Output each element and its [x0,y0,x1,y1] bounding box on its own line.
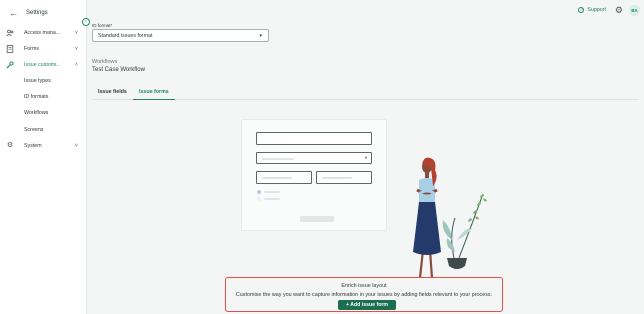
placeholder-radio [257,190,261,194]
tab-issue-forms[interactable]: Issue forms [133,88,175,100]
placeholder-input [316,171,372,184]
placeholder-select: ▼ [256,152,372,164]
workflow-value: Test Case Workflow [92,67,145,73]
sidebar-item-forms[interactable]: Forms ˅ [0,42,86,56]
support-link[interactable]: ? Support [578,7,606,13]
main-content: ID format* Standard issues format ▼ Work… [87,20,644,314]
support-label: Support [587,7,606,13]
placeholder-radio [257,197,261,201]
wrench-icon [6,61,14,69]
sidebar-item-label: Access mana... [24,30,61,36]
sidebar: ← Settings ‹ Access mana... ˅ Forms ˅ Is… [0,0,90,314]
placeholder-input [256,132,372,145]
form-preview-illustration: ▼ [241,119,387,231]
people-icon [6,29,14,37]
settings-gear-icon[interactable]: ⚙ [615,5,623,16]
caret-down-icon: ▼ [258,33,263,38]
caret-down-icon: ▼ [364,155,368,160]
enrich-issue-layout-callout: Enrich issue layout Customise the way yo… [225,277,503,312]
placeholder-button [300,216,334,222]
sidebar-subitem-issue-types[interactable]: Issue types [24,78,51,84]
collapse-sidebar-icon[interactable]: ‹ [82,18,90,26]
callout-description: Customise the way you want to capture in… [235,292,493,298]
chevron-down-icon: ˅ [74,46,78,52]
sidebar-item-label: Issue customi... [24,62,61,68]
id-format-label: ID format* [92,23,113,28]
sidebar-item-label: Forms [24,46,40,52]
woman-with-plant-illustration [397,157,497,290]
chevron-down-icon: ˅ [74,30,78,36]
arrow-left-icon[interactable]: ← [9,8,18,18]
id-format-select[interactable]: Standard issues format ▼ [92,29,269,42]
callout-title: Enrich issue layout [341,283,387,289]
sidebar-subitem-workflows[interactable]: Workflows [24,110,48,116]
sidebar-subitem-id-formats[interactable]: ID formats [24,94,48,100]
tab-issue-fields[interactable]: Issue fields [92,88,133,100]
form-icon [6,45,14,53]
help-icon: ? [578,7,585,13]
add-issue-form-label: Add issue form [350,302,389,308]
id-format-value: Standard issues format [98,33,153,39]
sidebar-item-label: System [24,143,42,149]
sidebar-title: Settings [26,10,48,16]
gear-icon: ⚙ [6,142,14,149]
sidebar-header[interactable]: ← Settings [9,7,48,19]
avatar[interactable]: BA [629,5,640,16]
workflows-label: Workflows [92,59,118,65]
placeholder-input [256,171,312,184]
add-issue-form-button[interactable]: + Add issue form [338,300,396,310]
sidebar-item-access-management[interactable]: Access mana... ˅ [0,26,86,40]
chevron-down-icon: ˅ [74,143,78,149]
tab-bar: Issue fields Issue forms [92,86,639,100]
sidebar-subitem-screens[interactable]: Screens [24,127,43,133]
top-bar: ? Support ⚙ BA [87,0,644,20]
sidebar-item-issue-customization[interactable]: Issue customi... ˄ [0,58,86,72]
chevron-up-icon: ˄ [74,62,78,68]
sidebar-item-system[interactable]: ⚙ System ˅ [0,139,86,153]
